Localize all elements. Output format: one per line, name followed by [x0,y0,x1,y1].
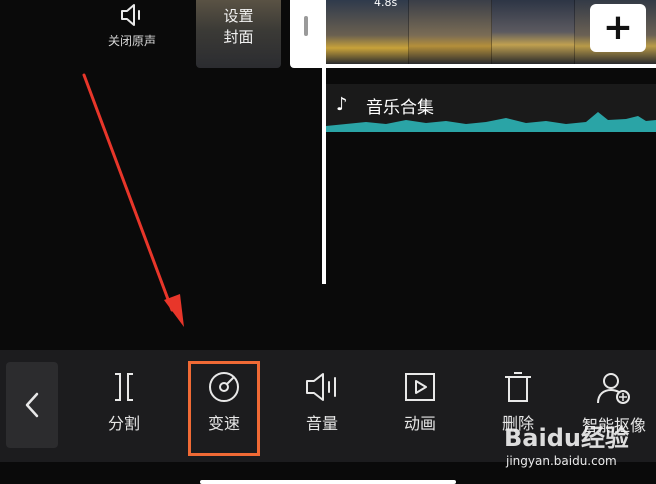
tool-animation[interactable]: 动画 [384,370,456,454]
clip-trim-handle[interactable] [304,16,308,36]
speed-highlight-box [188,361,260,456]
watermark-logo: Baidu经验 [504,424,629,452]
music-track[interactable]: ♪ 音乐合集 [326,84,656,132]
mute-original-label: 关闭原声 [107,34,156,48]
tool-volume-label: 音量 [305,414,338,433]
set-cover-label: 设置 封面 [223,7,254,46]
split-icon [115,373,133,401]
delete-icon [505,372,531,402]
set-cover-button[interactable]: 设置 封面 [196,0,281,68]
mute-original-button[interactable]: 关闭原声 [96,0,168,60]
speaker-muted-icon [121,4,140,26]
audio-waveform [326,112,656,132]
tool-split-label: 分割 [107,414,140,433]
tool-animation-label: 动画 [403,414,436,433]
home-indicator [200,480,456,484]
animation-icon [405,373,435,401]
baidu-watermark: Baidu经验 jingyan.baidu.com [500,418,650,474]
plus-icon: + [602,7,634,48]
smart-cutout-icon [597,373,630,404]
clip-duration: 4.8s [374,0,398,9]
back-button[interactable] [6,362,58,448]
watermark-url: jingyan.baidu.com [506,454,617,468]
timeline-playhead[interactable] [322,0,326,284]
tool-volume[interactable]: 音量 [286,370,358,454]
chevron-left-icon [25,392,39,418]
add-clip-button[interactable]: + [590,4,646,52]
volume-icon [306,373,336,401]
tool-split[interactable]: 分割 [88,370,160,454]
